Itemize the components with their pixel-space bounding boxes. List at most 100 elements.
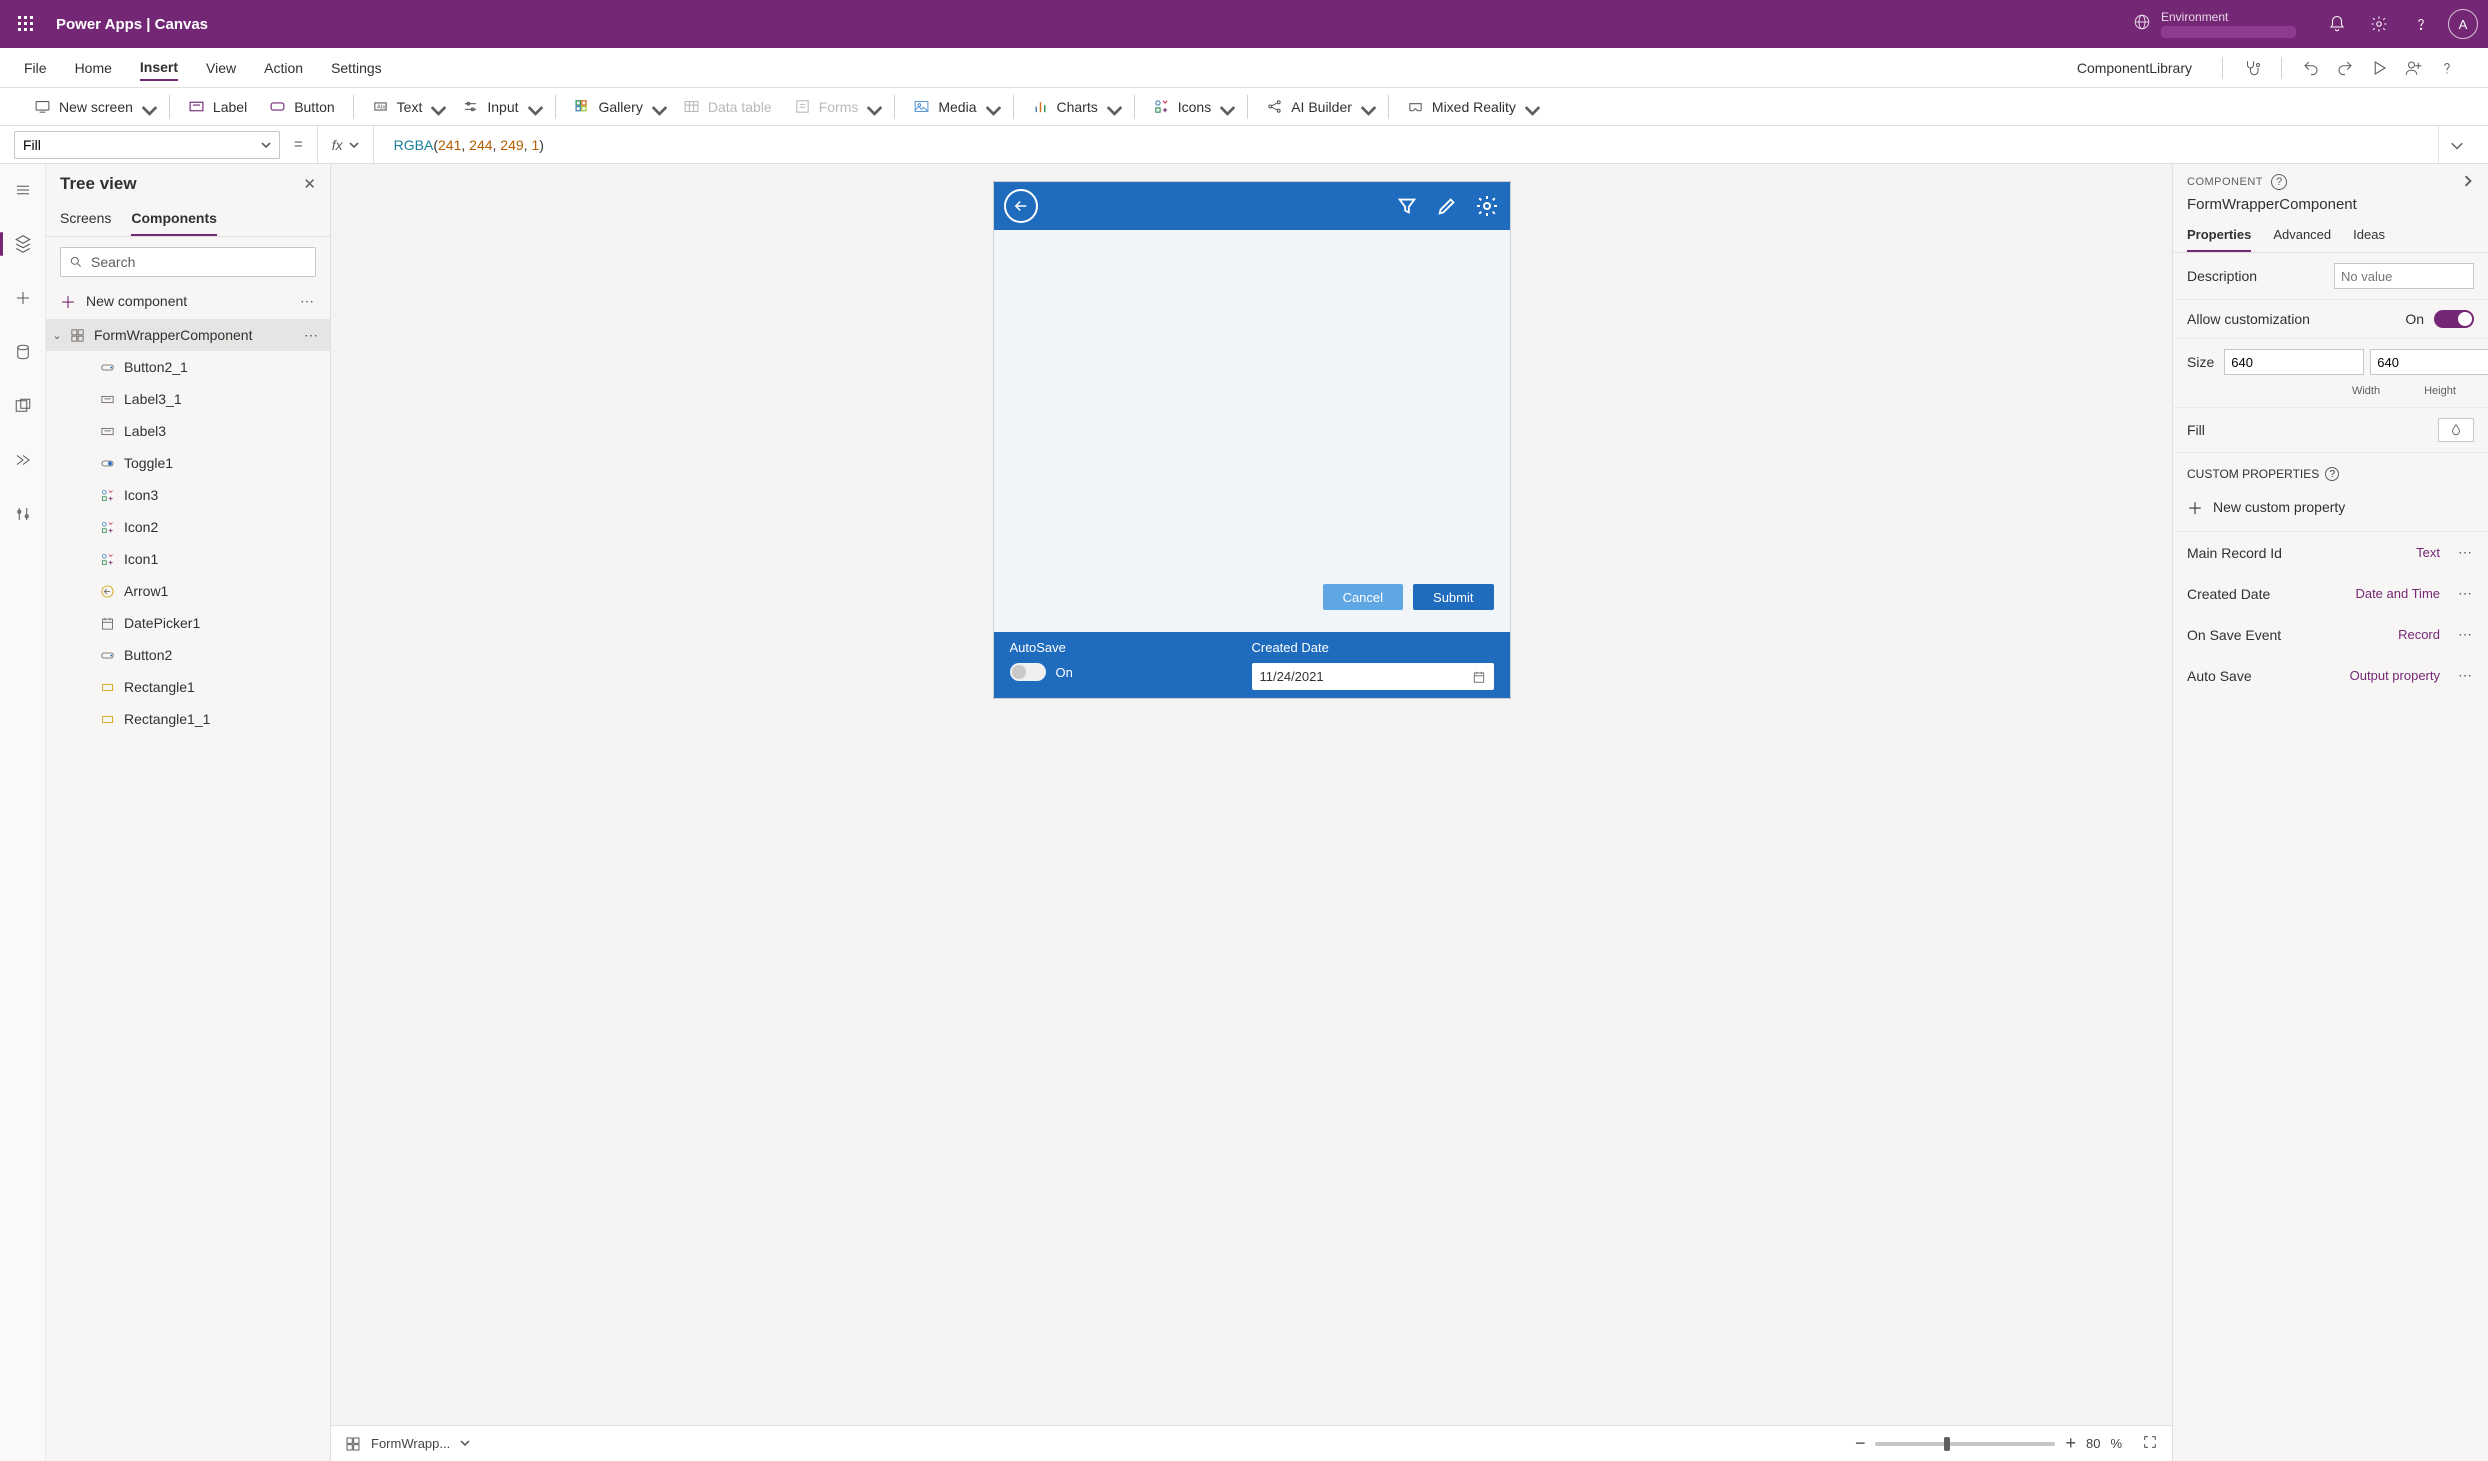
tree-node[interactable]: Arrow1 <box>46 575 330 607</box>
insert-media-button[interactable]: Media <box>903 94 1004 119</box>
new-custom-property-button[interactable]: ＋ New custom property <box>2173 487 2488 532</box>
back-arrow-icon[interactable] <box>1004 189 1038 223</box>
data-icon[interactable] <box>7 336 39 368</box>
custom-property-row[interactable]: Created DateDate and Time⋯ <box>2173 573 2488 614</box>
formula-input[interactable]: RGBA(241, 244, 249, 1) <box>384 126 2428 163</box>
insert-text-button[interactable]: Abc Text <box>362 94 451 119</box>
chevron-right-icon[interactable] <box>2462 174 2474 190</box>
help-icon[interactable] <box>2430 51 2464 85</box>
new-component-button[interactable]: ＋ New component ⋯ <box>46 283 330 319</box>
edit-icon[interactable] <box>1434 193 1460 219</box>
tree-node[interactable]: Icon3 <box>46 479 330 511</box>
tree-search-input[interactable]: Search <box>60 247 316 277</box>
custom-property-row[interactable]: Auto SaveOutput property⋯ <box>2173 655 2488 696</box>
tree-node[interactable]: Icon2 <box>46 511 330 543</box>
more-icon[interactable]: ⋯ <box>2458 626 2474 643</box>
expand-formula-icon[interactable] <box>2438 126 2474 163</box>
insert-input-button[interactable]: Input <box>452 94 546 119</box>
user-avatar[interactable]: A <box>2448 9 2478 39</box>
undo-icon[interactable] <box>2294 51 2328 85</box>
media-panel-icon[interactable] <box>7 390 39 422</box>
chevron-down-icon[interactable] <box>460 1436 470 1451</box>
insert-button-button[interactable]: Button <box>259 94 344 119</box>
stethoscope-icon[interactable] <box>2235 51 2269 85</box>
tree-node[interactable]: DatePicker1 <box>46 607 330 639</box>
zoom-slider[interactable] <box>1875 1442 2055 1446</box>
more-icon[interactable]: ⋯ <box>304 327 320 344</box>
menu-settings[interactable]: Settings <box>331 56 382 80</box>
tree-node[interactable]: Toggle1 <box>46 447 330 479</box>
tab-advanced[interactable]: Advanced <box>2273 221 2331 252</box>
allow-customization-toggle[interactable] <box>2434 310 2474 328</box>
more-icon[interactable]: ⋯ <box>2458 585 2474 602</box>
width-input[interactable] <box>2224 349 2364 375</box>
insert-gallery-button[interactable]: Gallery <box>564 94 671 119</box>
tree-root-node[interactable]: ⌄ FormWrapperComponent ⋯ <box>46 319 330 351</box>
tree-node[interactable]: Label3 <box>46 415 330 447</box>
tree-node[interactable]: Rectangle1_1 <box>46 703 330 735</box>
settings-icon[interactable] <box>2358 0 2400 48</box>
tree-node[interactable]: Rectangle1 <box>46 671 330 703</box>
tree-node[interactable]: Icon1 <box>46 543 330 575</box>
power-automate-icon[interactable] <box>7 444 39 476</box>
cancel-button[interactable]: Cancel <box>1323 584 1403 610</box>
insert-label-button[interactable]: Label <box>178 94 257 119</box>
tab-ideas[interactable]: Ideas <box>2353 221 2385 252</box>
tree-node[interactable]: Button2 <box>46 639 330 671</box>
more-icon[interactable]: ⋯ <box>300 293 316 310</box>
menu-file[interactable]: File <box>24 56 47 80</box>
filter-icon[interactable] <box>1394 193 1420 219</box>
tab-screens[interactable]: Screens <box>60 204 111 236</box>
insert-icons-button[interactable]: Icons <box>1143 94 1239 119</box>
menu-insert[interactable]: Insert <box>140 55 178 81</box>
autosave-toggle[interactable] <box>1010 663 1046 681</box>
close-icon[interactable]: ✕ <box>303 175 316 193</box>
tree-node[interactable]: Button2_1 <box>46 351 330 383</box>
more-icon[interactable]: ⋯ <box>2458 667 2474 684</box>
help-icon[interactable] <box>2400 0 2442 48</box>
custom-property-row[interactable]: On Save EventRecord⋯ <box>2173 614 2488 655</box>
new-screen-button[interactable]: New screen <box>24 94 161 119</box>
app-launcher-icon[interactable] <box>10 8 42 40</box>
property-selector[interactable]: Fill <box>14 131 280 159</box>
status-selection[interactable]: FormWrapp... <box>371 1436 450 1451</box>
canvas-body[interactable]: Cancel Submit <box>994 230 1510 632</box>
insert-ai-builder-button[interactable]: AI Builder <box>1256 94 1380 119</box>
hamburger-icon[interactable] <box>7 174 39 206</box>
menu-home[interactable]: Home <box>75 56 112 80</box>
custom-properties-header: CUSTOM PROPERTIES <box>2187 467 2319 481</box>
zoom-in-icon[interactable]: + <box>2065 1433 2076 1454</box>
created-date-input[interactable]: 11/24/2021 <box>1252 663 1494 690</box>
more-icon[interactable]: ⋯ <box>2458 544 2474 561</box>
help-icon[interactable]: ? <box>2271 174 2287 190</box>
component-canvas[interactable]: Cancel Submit AutoSave On Created Date <box>994 182 1510 698</box>
fx-indicator[interactable]: fx <box>317 126 374 163</box>
chevron-down-icon[interactable]: ⌄ <box>46 329 68 342</box>
tools-icon[interactable] <box>7 498 39 530</box>
description-input[interactable] <box>2334 263 2474 289</box>
tree-view-icon[interactable] <box>7 228 39 260</box>
chevron-down-icon <box>985 102 995 112</box>
menu-action[interactable]: Action <box>264 56 303 80</box>
custom-property-row[interactable]: Main Record IdText⋯ <box>2173 532 2488 573</box>
menu-view[interactable]: View <box>206 56 236 80</box>
component-library-link[interactable]: ComponentLibrary <box>2077 60 2192 76</box>
insert-mixed-reality-button[interactable]: Mixed Reality <box>1397 94 1544 119</box>
height-input[interactable] <box>2370 349 2488 375</box>
insert-charts-button[interactable]: Charts <box>1022 94 1126 119</box>
environment-selector[interactable]: Environment <box>2133 10 2296 38</box>
notifications-icon[interactable] <box>2316 0 2358 48</box>
share-icon[interactable] <box>2396 51 2430 85</box>
play-icon[interactable] <box>2362 51 2396 85</box>
fill-color-picker[interactable] <box>2438 418 2474 442</box>
redo-icon[interactable] <box>2328 51 2362 85</box>
tree-node[interactable]: Label3_1 <box>46 383 330 415</box>
insert-icon[interactable] <box>7 282 39 314</box>
zoom-out-icon[interactable]: − <box>1855 1433 1866 1454</box>
tab-properties[interactable]: Properties <box>2187 221 2251 252</box>
fit-screen-icon[interactable] <box>2142 1434 2158 1453</box>
help-icon[interactable]: ? <box>2325 467 2339 481</box>
tab-components[interactable]: Components <box>131 204 217 236</box>
gear-icon[interactable] <box>1474 193 1500 219</box>
submit-button[interactable]: Submit <box>1413 584 1493 610</box>
